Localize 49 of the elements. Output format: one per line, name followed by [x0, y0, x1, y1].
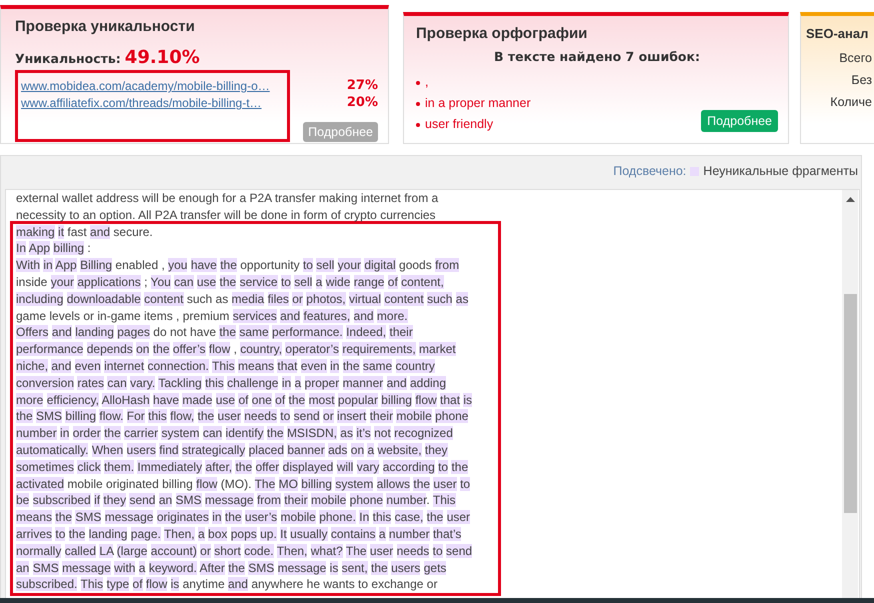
text-line: number in order the carrier system can identify the MSISDN, as it’s not recognized: [16, 425, 454, 442]
card-title: Проверка орфографии: [416, 24, 588, 44]
bullet-icon: [416, 122, 420, 126]
error-word: user friendly: [425, 116, 494, 133]
text-line: making it fast and secure.: [16, 224, 154, 240]
bullet-icon: [416, 102, 420, 106]
text-line: an SMS message with a keyword. After the SMS message is sent, the users gets: [16, 560, 448, 576]
text-line: means the SMS message originates in the user’s mobile phone. In this case, the user: [16, 509, 472, 526]
seo-stat-label: Без: [851, 72, 872, 89]
text-line: activated mobile originated billing flow (MO). The MO billing system allows the user to: [16, 476, 472, 492]
card-title: Проверка уникальности: [15, 17, 196, 37]
score-label: Уникальность:: [15, 51, 121, 66]
text-line: game levels or in-game items , premium services and features, and more.: [16, 308, 409, 324]
text-line: performance depends on the offer’s flow , country, operator’s requirements, market: [16, 341, 457, 358]
error-word: in a proper manner: [425, 95, 531, 112]
text-line: including downloadable content such as media files or photos, virtual content such as: [16, 290, 470, 308]
source-link[interactable]: www.mobidea.com/academy/mobile-billing-o…: [21, 78, 284, 95]
text-line: the SMS billing flow. For this flow, the user needs to send or insert their mobile phone: [16, 408, 470, 426]
seo-stat-label: Количе: [830, 94, 872, 111]
legend-text: Неуникальные фрагменты: [703, 164, 858, 178]
seo-stat-label: Всего: [839, 50, 872, 67]
scrollbar-thumb[interactable]: [844, 294, 856, 513]
text-line: In App billing :: [16, 240, 92, 258]
match-percent: 20%: [346, 94, 378, 111]
text-line: external wallet address will be enough for a P2A transfer making internet from a: [16, 190, 440, 207]
text-line: normally called LA (large account) or short code. Then, what? The user needs to send: [16, 542, 474, 560]
text-line: necessity to an option. All P2A transfer will be done in form of crypto currencies: [16, 206, 437, 224]
text-line: automatically. When users find strategically placed banner ads on a website, they: [16, 442, 449, 459]
text-line: be subscribed if they send an SMS message from their mobile phone number. This: [16, 492, 457, 510]
text-line: sometimes click them. Immediately after, the offer displayed will vary according to the: [16, 458, 470, 476]
source-link[interactable]: www.affiliatefix.com/threads/mobile-billing-t…: [21, 95, 284, 112]
error-word: ,: [425, 74, 428, 91]
text-line: Offers and landing pages do not have the same performance. Indeed, their: [16, 324, 414, 342]
card-title: SEO-анал: [806, 25, 870, 43]
text-line: inside your applications ; You can use the service to sell a wide range of content,: [16, 274, 445, 291]
legend-label: Подсвечено:: [613, 164, 686, 178]
text-line: With in App Billing enabled , you have the opportunity to sell your digital goods from: [16, 257, 460, 274]
text-line: more efficiency, AlloHash have made use of one of the most popular billing flow that is: [16, 392, 474, 408]
error-summary: В тексте найдено 7 ошибок:: [492, 49, 702, 64]
bullet-icon: [416, 80, 420, 84]
text-line: conversion rates can vary. Tackling this challenge in a proper manner and adding: [16, 374, 448, 392]
text-line: niche, and even internet connection. This means that even in the same country: [16, 358, 436, 375]
scroll-up-icon[interactable]: [846, 197, 854, 202]
text-line: subscribed. This type of flow is anytime and anywhere he wants to exchange or: [16, 576, 438, 594]
text-line: arrives to the landing page. Then, a box pops up. It usually contains a number that’s: [16, 526, 462, 543]
match-percent: 27%: [346, 77, 378, 94]
uniqueness-score: 49.10%: [124, 47, 200, 68]
scrollbar[interactable]: [842, 190, 858, 599]
details-button[interactable]: Подробнее: [701, 110, 778, 132]
